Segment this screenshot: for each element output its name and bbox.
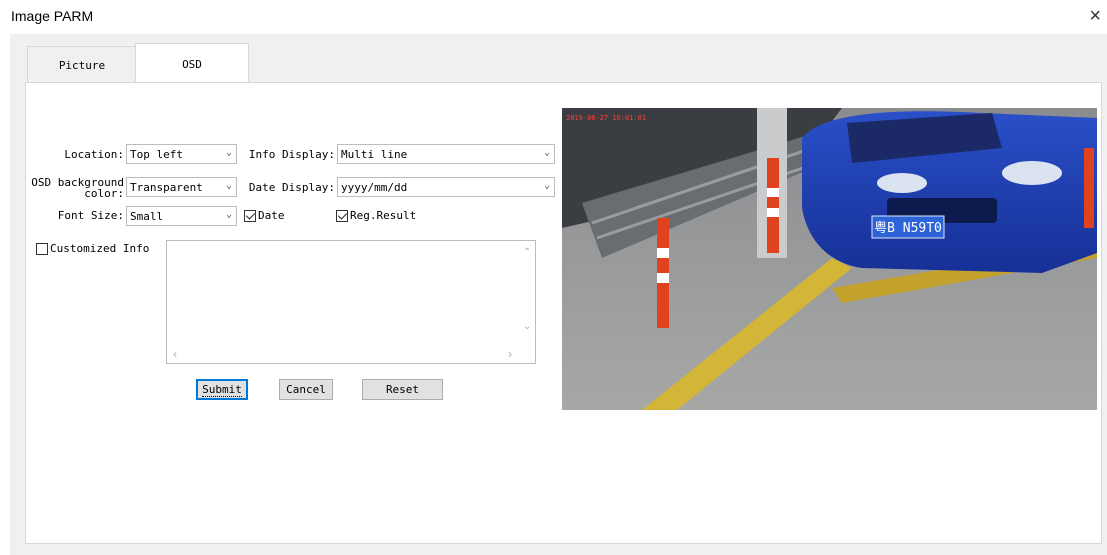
reset-button[interactable]: Reset [362,379,443,400]
customized-info-checkbox[interactable]: Customized Info [36,242,149,255]
date-checkbox[interactable]: Date [244,209,285,222]
date-display-value: yyyy/mm/dd [341,181,408,194]
date-display-label: Date Display: [248,181,335,194]
osd-panel: Location: Top left ⌄ Info Display: Multi… [25,82,1102,544]
osd-background-value: Transparent [130,181,203,194]
customized-info-label: Customized Info [50,242,150,255]
tab-osd[interactable]: OSD [135,43,249,84]
info-display-value: Multi line [341,148,408,161]
chevron-down-icon: ⌄ [225,180,232,191]
osd-background-select[interactable]: Transparent ⌄ [126,177,237,197]
info-display-select[interactable]: Multi line ⌄ [337,144,555,164]
chevron-down-icon: ⌄ [225,209,232,220]
vertical-scrollbar[interactable]: ⌃ ⌄ [518,241,535,345]
chevron-down-icon: ⌄ [225,147,232,158]
cancel-button[interactable]: Cancel [279,379,333,400]
osd-background-label-line2: color: [84,187,124,200]
submit-button[interactable]: Submit [196,379,248,400]
reset-button-label: Reset [385,383,420,396]
customized-info-textarea[interactable]: ⌃ ⌄ ‹ › [166,240,536,364]
dialog-body: Picture OSD Location: Top left ⌄ Info Di… [10,34,1107,555]
camera-preview: 粤B N59T0 2019-06-27 16:01:01 [562,108,1097,410]
date-display-select[interactable]: yyyy/mm/dd ⌄ [337,177,555,197]
title-bar: Image PARM × [0,0,1107,34]
horizontal-scrollbar[interactable]: ‹ › [167,346,518,363]
font-size-value: Small [130,210,164,223]
window-title: Image PARM [11,8,94,24]
reg-result-checkbox-label: Reg.Result [350,209,417,222]
tab-osd-label: OSD [182,57,202,71]
date-checkbox-label: Date [258,209,285,222]
info-display-label: Info Display: [248,148,335,161]
osd-timestamp: 2019-06-27 16:01:01 [566,114,646,122]
chevron-right-icon[interactable]: › [508,347,512,361]
camera-preview-image: 粤B N59T0 2019-06-27 16:01:01 [562,108,1097,410]
chevron-down-icon: ⌄ [543,147,550,158]
tab-picture[interactable]: Picture [27,46,137,83]
location-select[interactable]: Top left ⌄ [126,144,237,164]
submit-button-label: Submit [202,383,242,397]
tab-picture-label: Picture [58,58,106,72]
chevron-left-icon[interactable]: ‹ [173,347,177,361]
checkbox-checked-icon[interactable] [336,209,348,222]
chevron-down-icon: ⌄ [543,180,550,191]
checkbox-unchecked-icon[interactable] [36,242,48,255]
chevron-up-icon[interactable]: ⌃ [523,247,531,258]
osd-background-label: OSD background color: [26,177,124,199]
checkbox-checked-icon[interactable] [244,209,256,222]
cancel-button-label: Cancel [286,383,326,396]
location-value: Top left [130,148,183,161]
left-edge [0,34,10,555]
license-plate-text: 粤B N59T0 [874,220,942,236]
font-size-select[interactable]: Small ⌄ [126,206,237,226]
close-icon[interactable]: × [1089,5,1101,28]
font-size-label: Font Size: [57,209,124,222]
chevron-down-icon[interactable]: ⌄ [523,321,531,332]
reg-result-checkbox[interactable]: Reg.Result [336,209,416,222]
location-label: Location: [64,148,124,161]
